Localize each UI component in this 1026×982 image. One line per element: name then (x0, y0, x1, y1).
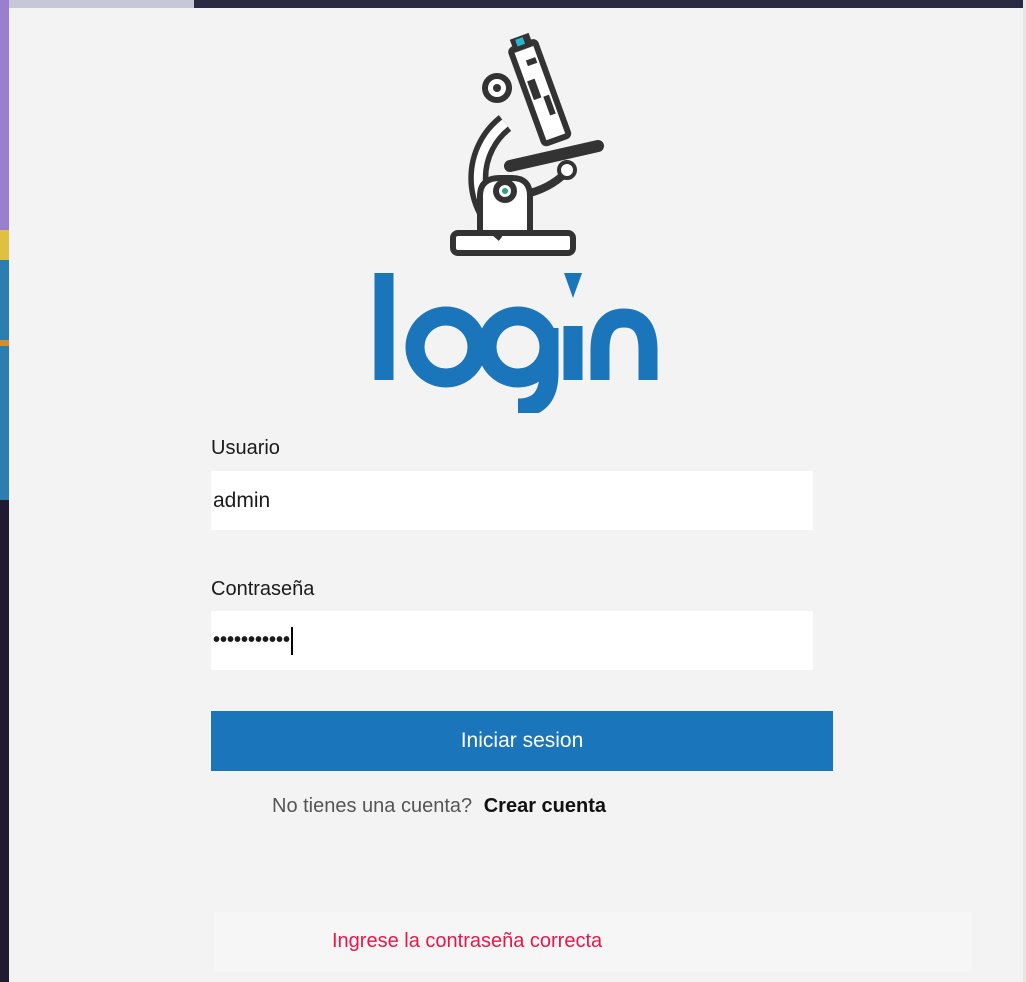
username-input[interactable]: admin (211, 471, 813, 530)
login-wordmark (374, 273, 658, 413)
desktop-edge (0, 0, 9, 982)
password-masked-value: ••••••••••• (213, 629, 291, 651)
username-label: Usuario (211, 437, 280, 459)
app-logo (368, 28, 658, 418)
error-message: Ingrese la contraseña correcta (332, 930, 603, 952)
text-caret (291, 626, 294, 655)
password-input[interactable]: ••••••••••• (211, 611, 813, 670)
signup-question: No tienes una cuenta? (272, 795, 473, 817)
password-label: Contraseña (211, 578, 315, 600)
window-top-border (9, 0, 1026, 8)
microscope-icon (450, 32, 604, 256)
signup-row: No tienes una cuenta? Crear cuenta (272, 795, 606, 818)
login-window: Usuario admin Contraseña ••••••••••• Ini… (0, 0, 1026, 982)
username-value: admin (213, 488, 271, 512)
create-account-link[interactable]: Crear cuenta (484, 795, 606, 817)
login-button[interactable]: Iniciar sesion (211, 711, 833, 771)
